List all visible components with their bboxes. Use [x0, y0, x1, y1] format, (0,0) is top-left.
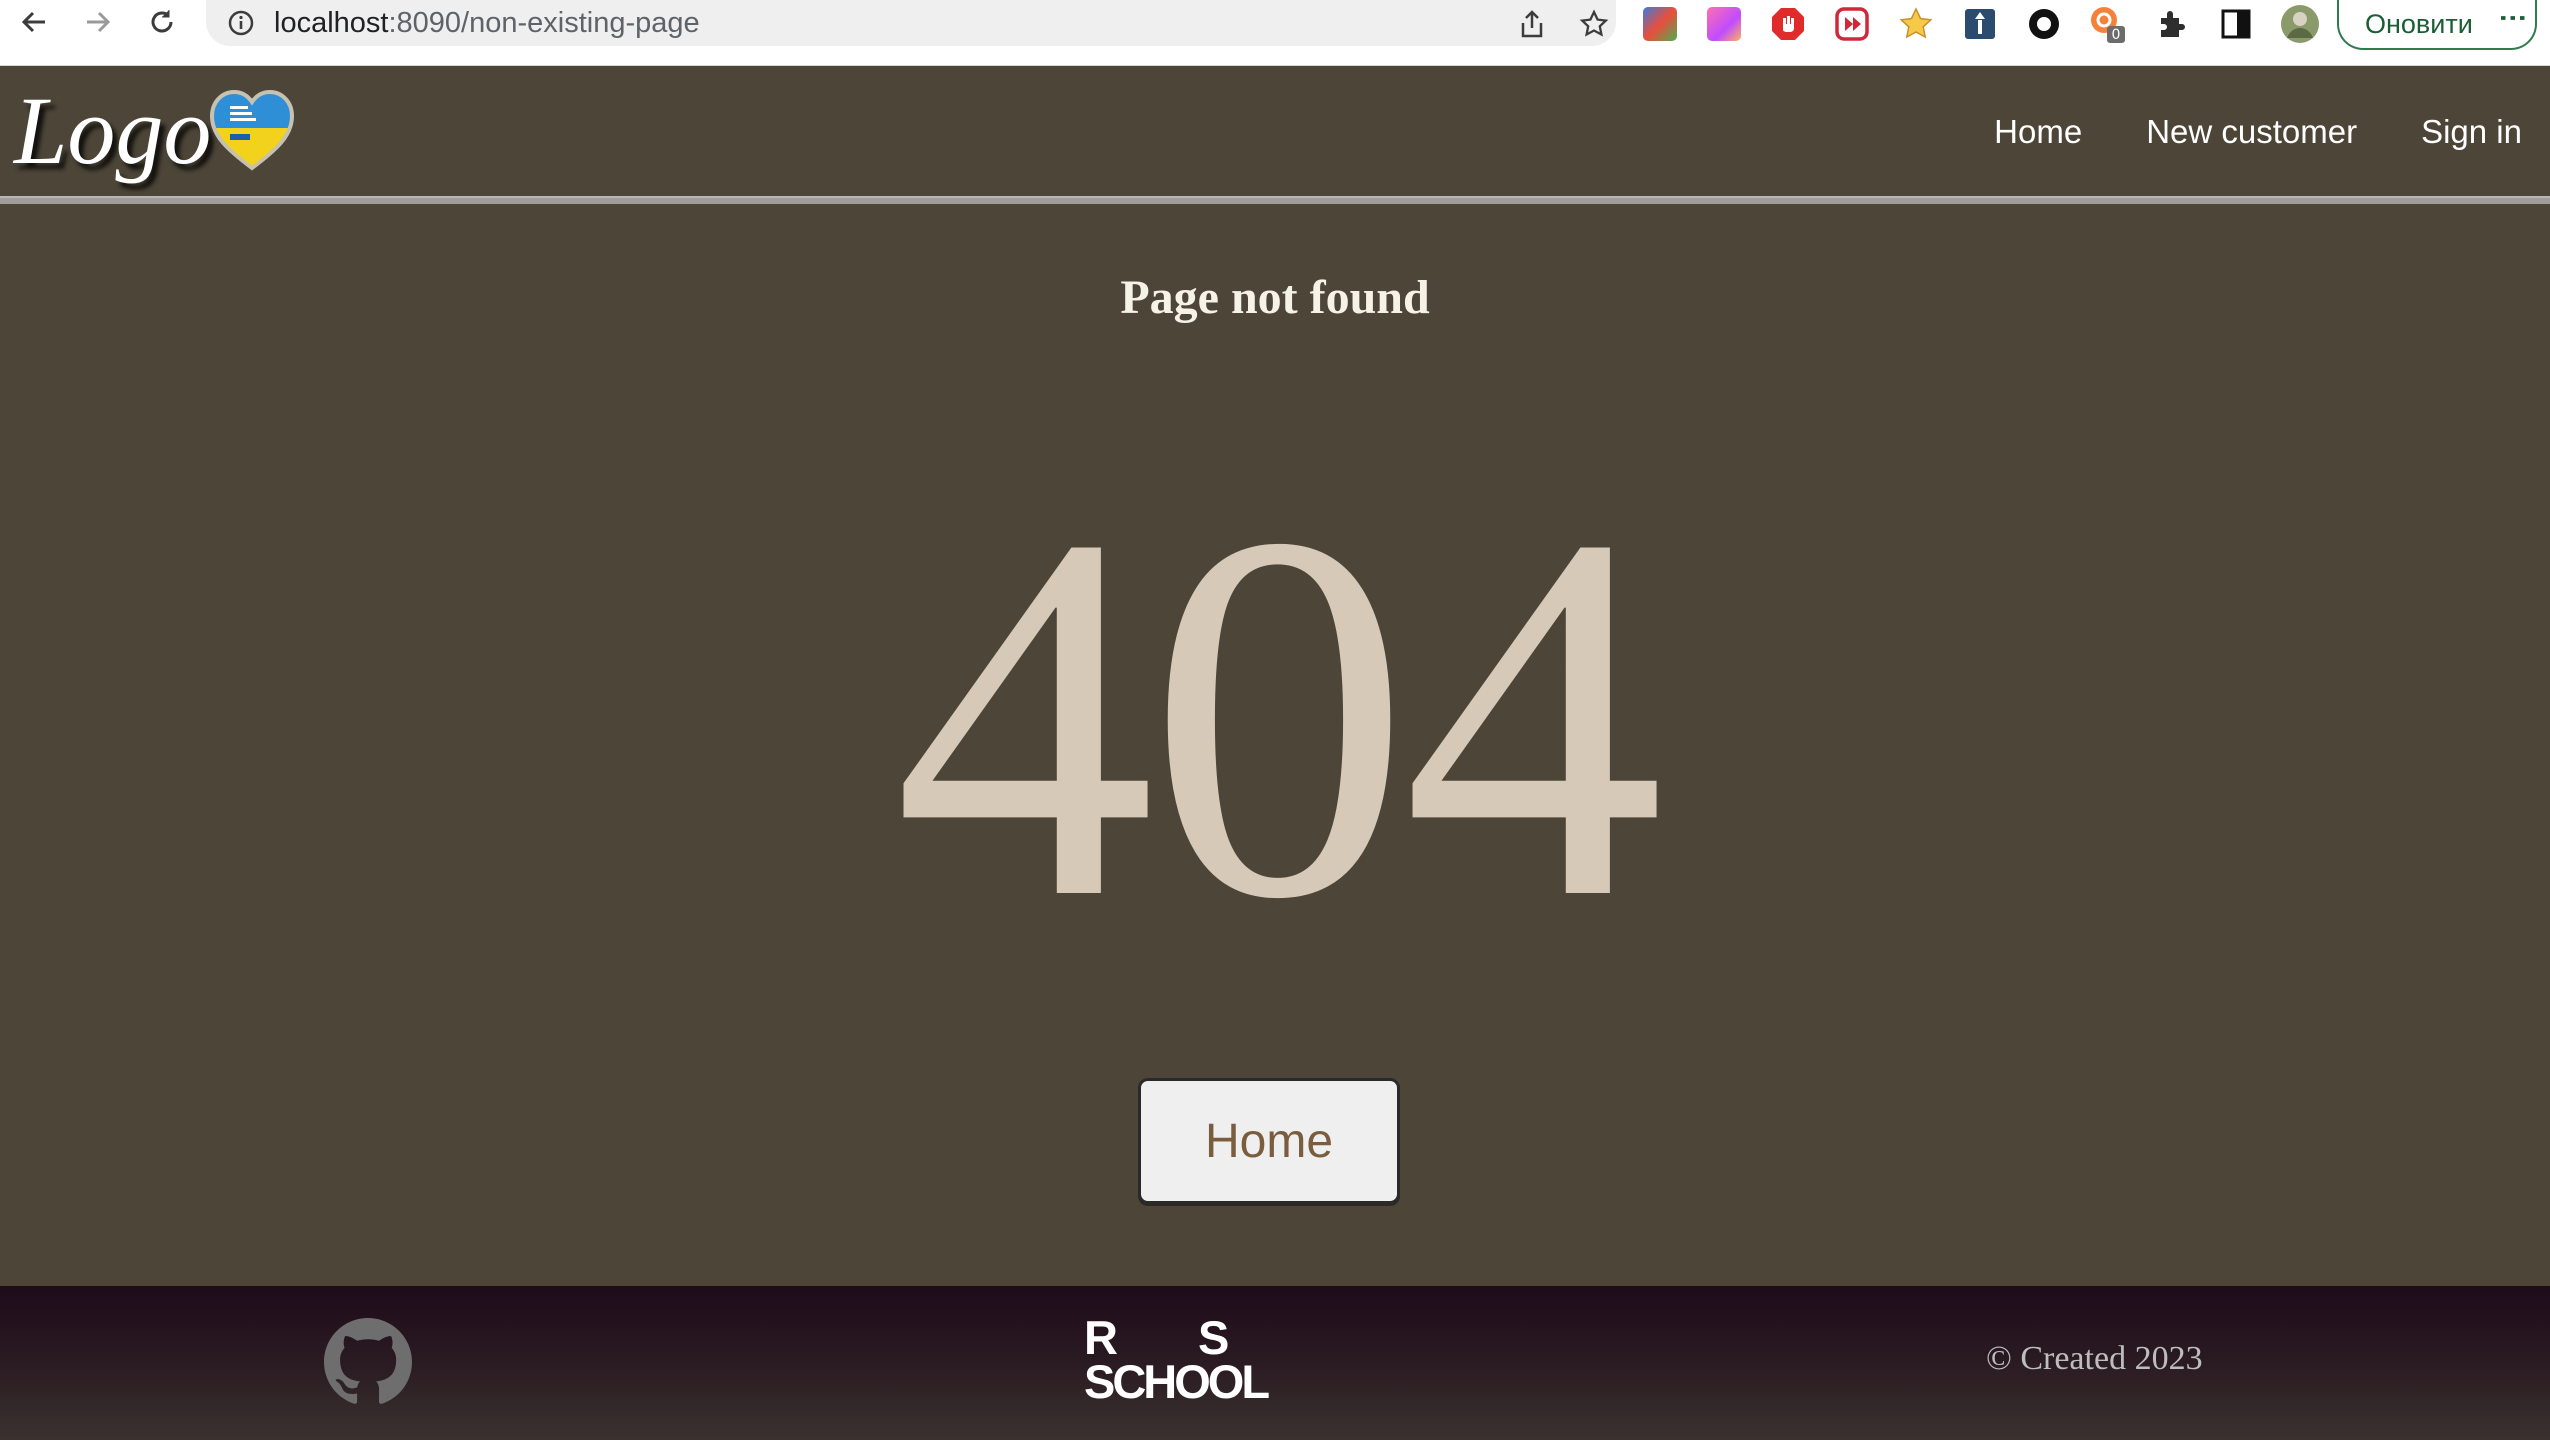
url-path: :8090/non-existing-page: [388, 7, 700, 39]
url-host: localhost: [274, 7, 389, 39]
ring-extension-icon[interactable]: [2024, 4, 2064, 44]
page-title: Page not found: [1120, 271, 1430, 324]
copyright: © Created 2023: [1986, 1340, 2203, 1378]
back-arrow-icon[interactable]: [12, 0, 56, 44]
reload-icon[interactable]: [140, 0, 184, 44]
rs-logo-school: SCHOOL: [1084, 1355, 1270, 1408]
update-browser-label: Оновити: [2365, 8, 2473, 39]
star-extension-icon[interactable]: [1896, 4, 1936, 44]
address-bar[interactable]: localhost:8090/non-existing-page: [206, 0, 1616, 46]
extensions-puzzle-icon[interactable]: [2152, 4, 2192, 44]
side-panel-icon[interactable]: [2216, 4, 2256, 44]
site-footer: R S SCHOOL © Created 2023: [0, 1286, 2550, 1440]
profile-avatar[interactable]: [2280, 4, 2320, 44]
share-icon[interactable]: [1514, 6, 1550, 42]
update-browser-button[interactable]: Оновити ⋮: [2337, 0, 2537, 50]
site-info-icon[interactable]: [226, 8, 256, 38]
url-text[interactable]: localhost:8090/non-existing-page: [274, 6, 700, 40]
nav-sign-in-link[interactable]: Sign in: [2421, 113, 2522, 151]
main-content: Page not found 404 Home: [0, 204, 2550, 1286]
bookmark-star-icon[interactable]: [1576, 6, 1612, 42]
site-header: Logo Home New customer Sign in: [0, 66, 2550, 198]
github-icon[interactable]: [324, 1318, 412, 1406]
error-code: 404: [893, 425, 1665, 1007]
video-speed-extension-icon[interactable]: [1832, 4, 1872, 44]
ukraine-heart-icon: [209, 89, 295, 171]
home-button[interactable]: Home: [1138, 1078, 1400, 1204]
info-extension-icon[interactable]: [1960, 4, 2000, 44]
extension-badge: 0: [2112, 27, 2121, 43]
counter-extension-icon[interactable]: 0: [2088, 4, 2128, 44]
adblock-extension-icon[interactable]: [1768, 4, 1808, 44]
nav-new-customer-link[interactable]: New customer: [2146, 113, 2357, 151]
rs-logo-top: R S: [1084, 1314, 1229, 1361]
top-nav: Home New customer Sign in: [1994, 66, 2550, 198]
s3-extension-icon[interactable]: [1640, 4, 1680, 44]
rs-logo-s: S: [1198, 1311, 1230, 1364]
menu-dots-icon[interactable]: ⋮: [2498, 4, 2529, 32]
logo-text[interactable]: Logo: [14, 76, 211, 186]
nav-home-link[interactable]: Home: [1994, 113, 2082, 151]
forward-arrow-icon[interactable]: [76, 0, 120, 44]
copyright-text: Created 2023: [2020, 1340, 2203, 1377]
rs-school-logo[interactable]: R S SCHOOL: [1084, 1314, 1324, 1408]
gradient-extension-icon[interactable]: [1704, 4, 1744, 44]
header-divider: [0, 196, 2550, 204]
copyright-symbol: ©: [1986, 1340, 2012, 1377]
browser-toolbar: localhost:8090/non-existing-page 0 Онови…: [0, 0, 2550, 66]
